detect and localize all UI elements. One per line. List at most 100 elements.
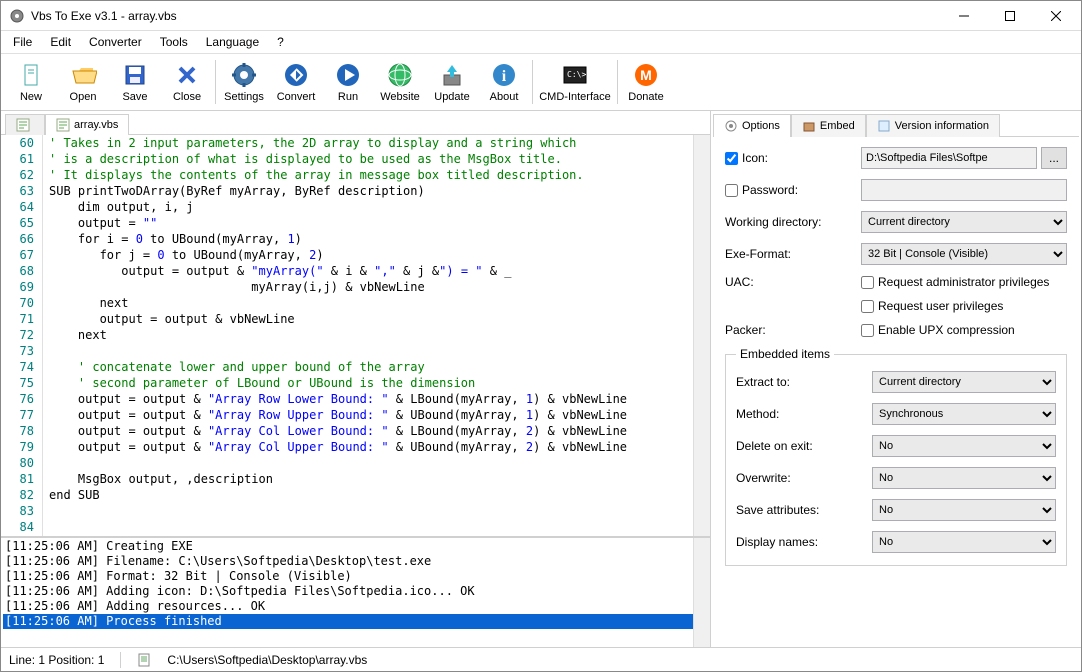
box-icon xyxy=(802,119,816,133)
app-icon xyxy=(9,8,25,24)
editor-tab[interactable]: array.vbs xyxy=(45,114,129,135)
script-icon xyxy=(56,118,70,132)
log-line[interactable]: [11:25:06 AM] Adding icon: D:\Softpedia … xyxy=(3,584,708,599)
run-button[interactable]: Run xyxy=(322,56,374,108)
about-icon: i xyxy=(490,61,518,89)
menu-converter[interactable]: Converter xyxy=(81,33,150,51)
close-window-button[interactable] xyxy=(1033,2,1079,30)
method-label: Method: xyxy=(736,407,866,421)
convert-button[interactable]: Convert xyxy=(270,56,322,108)
status-sep xyxy=(120,652,121,668)
close-icon xyxy=(173,61,201,89)
upx-label: Enable UPX compression xyxy=(878,323,1015,337)
menu-language[interactable]: Language xyxy=(198,33,267,51)
cmd-interface-button[interactable]: C:\>CMD-Interface xyxy=(535,56,615,108)
file-icon xyxy=(137,653,151,667)
maximize-button[interactable] xyxy=(987,2,1033,30)
update-icon xyxy=(438,61,466,89)
log-line[interactable]: [11:25:06 AM] Format: 32 Bit | Console (… xyxy=(3,569,708,584)
password-input[interactable] xyxy=(861,179,1067,201)
log-line[interactable]: [11:25:06 AM] Filename: C:\Users\Softped… xyxy=(3,554,708,569)
menu-tools[interactable]: Tools xyxy=(152,33,196,51)
donate-button[interactable]: MDonate xyxy=(620,56,672,108)
minimize-button[interactable] xyxy=(941,2,987,30)
titlebar: Vbs To Exe v3.1 - array.vbs xyxy=(1,1,1081,31)
log-line[interactable]: [11:25:06 AM] Process finished xyxy=(3,614,708,629)
new-icon xyxy=(17,61,45,89)
menu-edit[interactable]: Edit xyxy=(42,33,79,51)
uac-admin-label: Request administrator privileges xyxy=(878,275,1049,289)
embedded-items-group: Embedded items Extract to: Current direct… xyxy=(725,347,1067,566)
exeformat-select[interactable]: 32 Bit | Console (Visible) xyxy=(861,243,1067,265)
settings-button[interactable]: Settings xyxy=(218,56,270,108)
donate-icon: M xyxy=(632,61,660,89)
upx-checkbox[interactable] xyxy=(861,324,874,337)
tab-version-information[interactable]: Version information xyxy=(866,114,1000,137)
menu-[interactable]: ? xyxy=(269,33,292,51)
toolbar-separator xyxy=(215,60,216,104)
open-icon xyxy=(69,61,97,89)
workdir-select[interactable]: Current directory xyxy=(861,211,1067,233)
open-button[interactable]: Open xyxy=(57,56,109,108)
extract-select[interactable]: Current directory xyxy=(872,371,1056,393)
delete-select[interactable]: No xyxy=(872,435,1056,457)
new-button[interactable]: New xyxy=(5,56,57,108)
exeformat-label: Exe-Format: xyxy=(725,247,855,261)
options-tabs: OptionsEmbedVersion information xyxy=(713,113,1079,137)
statusbar: Line: 1 Position: 1 C:\Users\Softpedia\D… xyxy=(1,647,1081,671)
tab-options[interactable]: Options xyxy=(713,114,791,137)
password-label: Password: xyxy=(742,183,798,197)
editor-tab[interactable] xyxy=(5,114,45,135)
cmd-icon: C:\> xyxy=(561,61,589,89)
uac-user-checkbox[interactable] xyxy=(861,300,874,313)
log-scrollbar[interactable] xyxy=(693,538,710,647)
window-title: Vbs To Exe v3.1 - array.vbs xyxy=(31,9,941,23)
save-button[interactable]: Save xyxy=(109,56,161,108)
password-checkbox[interactable] xyxy=(725,184,738,197)
icon-path-input[interactable] xyxy=(861,147,1037,169)
log-line[interactable]: [11:25:06 AM] Creating EXE xyxy=(3,539,708,554)
status-position: Line: 1 Position: 1 xyxy=(9,653,104,667)
save-icon xyxy=(121,61,149,89)
right-pane: OptionsEmbedVersion information Icon: ..… xyxy=(711,111,1081,647)
code-content[interactable]: ' Takes in 2 input parameters, the 2D ar… xyxy=(43,135,693,536)
left-pane: array.vbs 60 61 62 63 64 65 66 67 68 69 … xyxy=(1,111,711,647)
log-line[interactable]: [11:25:06 AM] Adding resources... OK xyxy=(3,599,708,614)
website-button[interactable]: Website xyxy=(374,56,426,108)
saveattr-select[interactable]: No xyxy=(872,499,1056,521)
run-icon xyxy=(334,61,362,89)
uac-user-label: Request user privileges xyxy=(878,299,1003,313)
menu-file[interactable]: File xyxy=(5,33,40,51)
toolbar: NewOpenSaveCloseSettingsConvertRunWebsit… xyxy=(1,53,1081,111)
extract-label: Extract to: xyxy=(736,375,866,389)
saveattr-label: Save attributes: xyxy=(736,503,866,517)
display-select[interactable]: No xyxy=(872,531,1056,553)
svg-text:C:\>: C:\> xyxy=(567,70,586,79)
toolbar-separator xyxy=(532,60,533,104)
icon-checkbox[interactable] xyxy=(725,152,738,165)
overwrite-select[interactable]: No xyxy=(872,467,1056,489)
icon-label: Icon: xyxy=(742,151,768,165)
output-log[interactable]: [11:25:06 AM] Creating EXE[11:25:06 AM] … xyxy=(1,537,710,647)
website-icon xyxy=(386,61,414,89)
close-button[interactable]: Close xyxy=(161,56,213,108)
status-file: C:\Users\Softpedia\Desktop\array.vbs xyxy=(167,653,367,667)
display-label: Display names: xyxy=(736,535,866,549)
code-editor[interactable]: 60 61 62 63 64 65 66 67 68 69 70 71 72 7… xyxy=(1,135,710,537)
workdir-label: Working directory: xyxy=(725,215,855,229)
toolbar-separator xyxy=(617,60,618,104)
overwrite-label: Overwrite: xyxy=(736,471,866,485)
tab-embed[interactable]: Embed xyxy=(791,114,866,137)
gear-icon xyxy=(724,119,738,133)
delete-label: Delete on exit: xyxy=(736,439,866,453)
uac-admin-checkbox[interactable] xyxy=(861,276,874,289)
editor-scrollbar[interactable] xyxy=(693,135,710,536)
update-button[interactable]: Update xyxy=(426,56,478,108)
icon-browse-button[interactable]: ... xyxy=(1041,147,1067,169)
editor-tabs: array.vbs xyxy=(1,111,710,135)
embedded-legend: Embedded items xyxy=(736,347,834,361)
about-button[interactable]: iAbout xyxy=(478,56,530,108)
convert-icon xyxy=(282,61,310,89)
method-select[interactable]: Synchronous xyxy=(872,403,1056,425)
packer-label: Packer: xyxy=(725,323,855,337)
